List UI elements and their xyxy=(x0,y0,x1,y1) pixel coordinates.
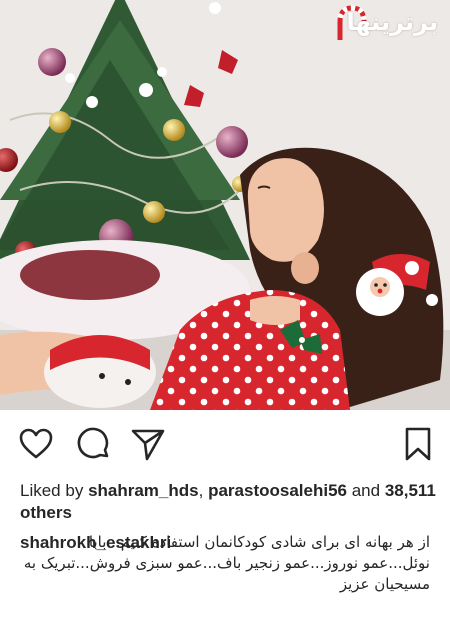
photo-illustration xyxy=(0,0,450,410)
post-caption: shahrokh_estakhri از هر بهانه ای برای شا… xyxy=(20,532,430,595)
liked-by-user-2[interactable]: parastoosalehi56 xyxy=(208,481,347,500)
paper-plane-icon[interactable] xyxy=(130,426,166,462)
liked-by-user-1[interactable]: shahram_hds xyxy=(88,481,199,500)
likes-separator: , xyxy=(198,481,204,500)
likes-and: and xyxy=(351,481,381,500)
bookmark-icon[interactable] xyxy=(400,426,436,462)
likes-prefix: Liked by xyxy=(20,481,84,500)
likes-summary: Liked by shahram_hds, parastoosalehi56 a… xyxy=(20,480,440,524)
heart-icon[interactable] xyxy=(18,426,54,462)
watermark-logo: برترینها xyxy=(346,8,438,36)
comment-bubble-icon[interactable] xyxy=(76,426,112,462)
post-action-bar xyxy=(0,420,450,466)
post-photo[interactable]: برترینها xyxy=(0,0,450,410)
